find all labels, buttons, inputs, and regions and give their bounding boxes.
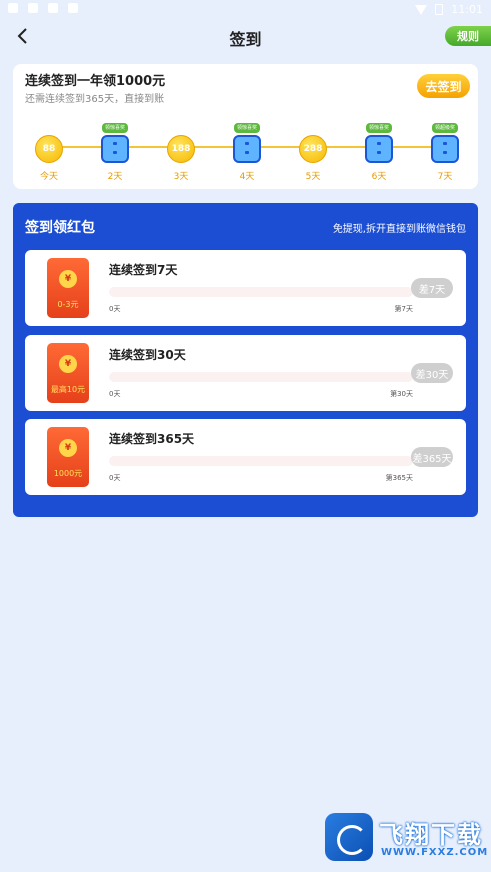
day-label: 5天 [305,172,321,182]
signin-day: 领惊喜奖 2天 [93,114,137,182]
day-tag: 领惊喜奖 [233,123,260,133]
add-icon [68,3,78,13]
red-packet-panel: 签到领红包 免提现,拆开直接到账微信钱包 ¥0-3元 连续签到7天 0天 第7天 差7天… [13,203,478,517]
day-tag: 领惊喜奖 [365,123,392,133]
remaining-days-badge: 差365天 [411,447,453,467]
reward-card: ¥1000元 连续签到365天 0天 第365天 差365天 [25,419,466,495]
signin-day: 领惊喜奖 4天 [225,114,269,182]
coin-icon: 88 [35,135,63,163]
day-label: 6天 [371,172,387,182]
signin-card: 连续签到一年领1000元 还需连续签到365天，直接到账 去签到 .88今天领惊… [13,64,478,189]
envelope-amount: 最高10元 [50,385,86,394]
signin-day: .2885天 [291,114,335,182]
image-icon [28,3,38,13]
progress-end-label: 第7天 [394,305,413,313]
notification-icon [8,3,18,13]
day-label: 4天 [239,172,255,182]
reward-card: ¥ 最高10元 连续签到30天 0天 第30天 差30天 [25,335,466,411]
red-envelope-icon: ¥1000元 [47,427,89,487]
red-envelope-icon: ¥0-3元 [47,258,89,318]
coin-icon: 288 [299,135,327,163]
gift-box-icon [101,135,129,163]
reward-progress-bar [109,372,413,382]
reward-card: ¥0-3元 连续签到7天 0天 第7天 差7天 [25,250,466,326]
day-tag: 领惊喜奖 [101,123,128,133]
remaining-days-badge: 差7天 [411,278,453,298]
signin-day: 领惊喜奖 6天 [357,114,401,182]
progress-start-label: 0天 [109,390,121,398]
panel-title: 签到领红包 [25,220,95,236]
remaining-days-badge: 差30天 [411,363,453,383]
coin-icon: 188 [167,135,195,163]
reward-title: 连续签到30天 [109,348,186,362]
go-sign-in-button[interactable]: 去签到 [417,74,470,98]
envelope-seal: ¥ [59,439,77,457]
signin-subtitle: 还需连续签到365天，直接到账 [25,94,165,105]
progress-end-label: 第30天 [390,390,413,398]
signin-day: .1883天 [159,114,203,182]
envelope-seal: ¥ [59,355,77,373]
red-envelope-icon: ¥ 最高10元 [47,343,89,403]
day-tag: 领超级奖 [431,123,458,133]
rules-button[interactable]: 规则 [445,26,491,46]
gift-box-icon [233,135,261,163]
signin-title: 连续签到一年领1000元 [25,74,166,89]
day-label: 2天 [107,172,123,182]
day-label: 今天 [39,172,58,182]
day-label: 7天 [437,172,453,182]
reward-progress-bar [109,456,413,466]
signin-day: .88今天 [27,114,71,182]
battery-icon [435,4,444,15]
status-time: 11:01 [451,3,483,16]
watermark: 飞翔下载 WWW.FXXZ.COM [323,811,487,863]
panel-note: 免提现,拆开直接到账微信钱包 [332,224,466,235]
gift-box-icon [365,135,393,163]
reward-progress-bar [109,287,413,297]
progress-end-label: 第365天 [385,474,413,482]
progress-start-label: 0天 [109,474,121,482]
reward-title: 连续签到7天 [109,263,178,277]
watermark-text: 飞翔下载 [379,821,483,849]
signin-day: 领超级奖 7天 [423,114,467,182]
status-icons-right: 11:01 [415,3,483,16]
watermark-subtext: WWW.FXXZ.COM [381,847,489,858]
gift-box-icon [431,135,459,163]
status-icons-left [8,3,78,13]
app-header: 签到 规则 [0,20,491,52]
day-label: 3天 [173,172,189,182]
watermark-logo-icon [325,813,373,861]
send-icon [48,3,58,13]
envelope-amount: 1000元 [53,469,83,478]
page-title: 签到 [229,30,262,49]
progress-start-label: 0天 [109,305,121,313]
reward-title: 连续签到365天 [109,432,195,446]
envelope-seal: ¥ [59,270,77,288]
status-bar: 11:01 [0,0,491,20]
wifi-icon [415,4,428,15]
envelope-amount: 0-3元 [57,300,79,309]
